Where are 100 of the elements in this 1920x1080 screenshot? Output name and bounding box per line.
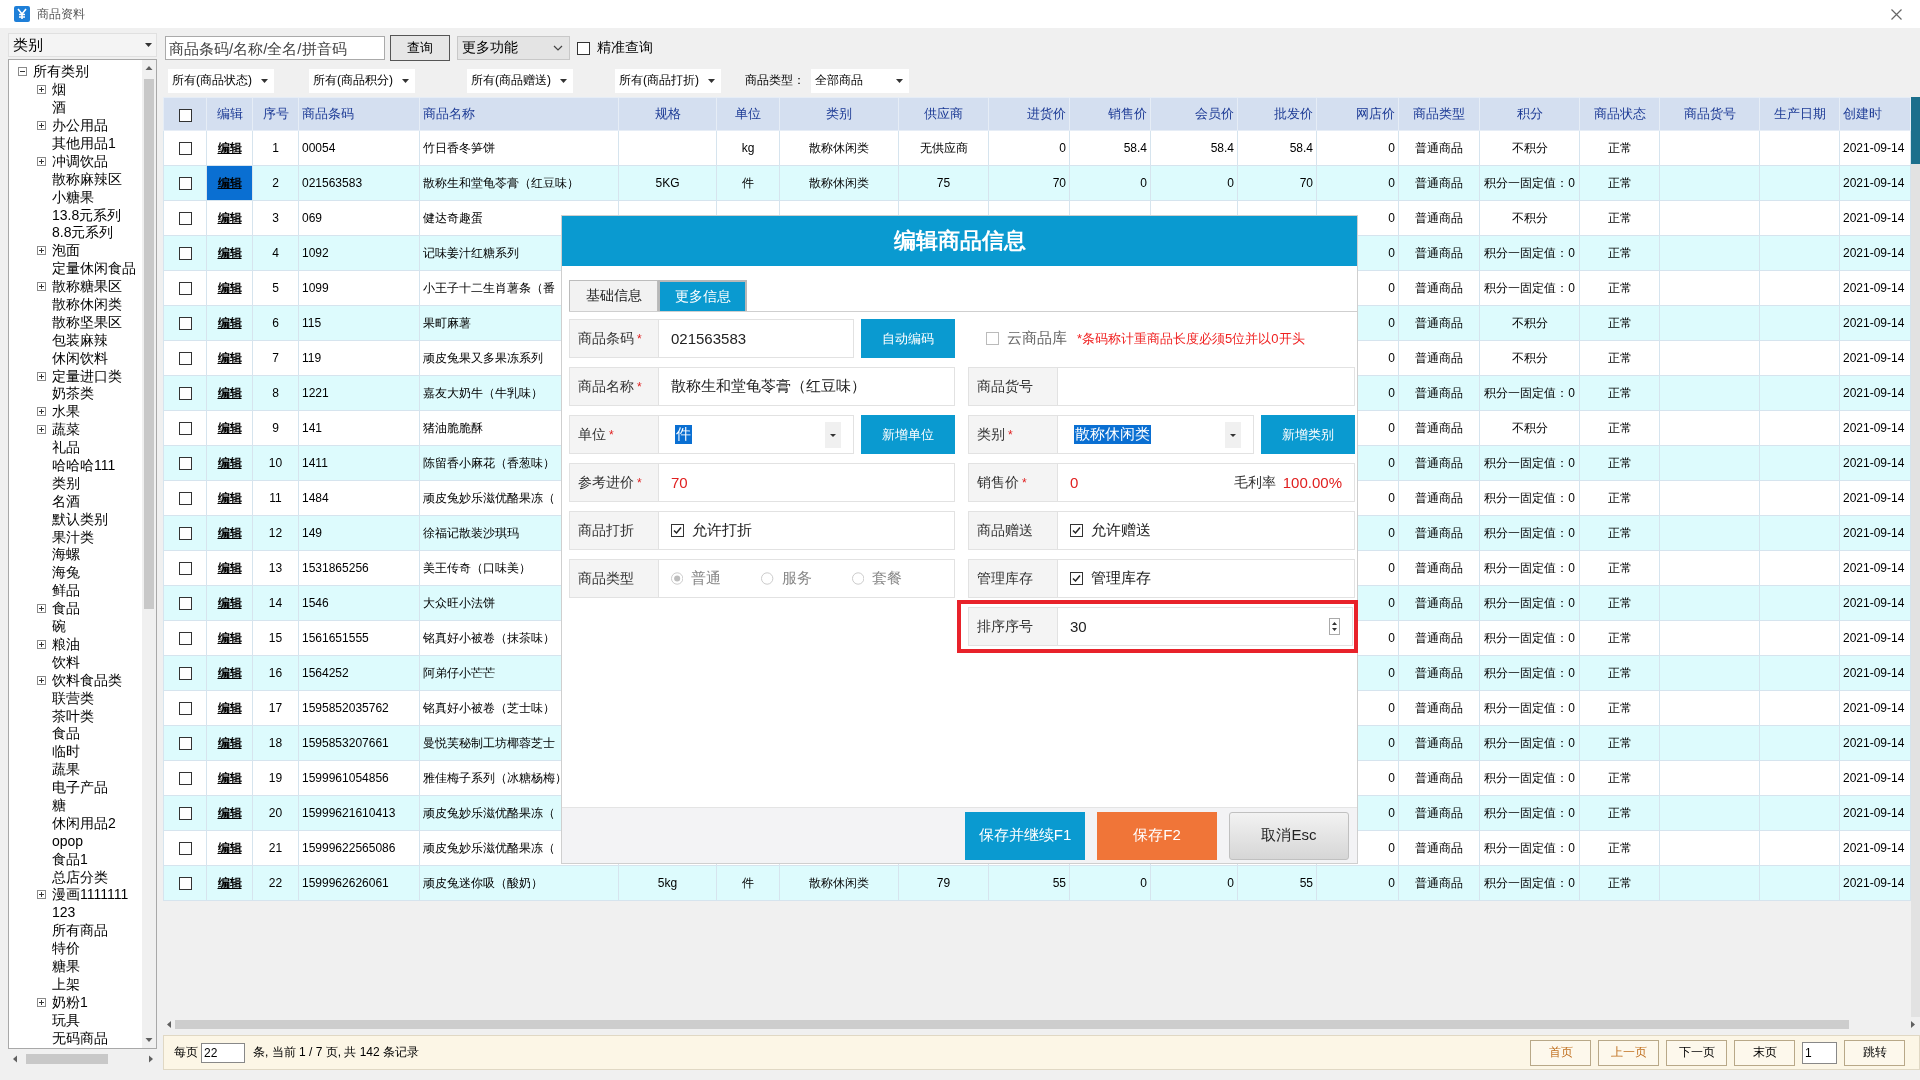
tree-item[interactable]: 食品 [52,600,80,618]
tree-item[interactable]: 酒 [52,99,66,117]
checkbox[interactable] [178,562,192,576]
checkbox[interactable] [1070,524,1083,537]
dropdown-field[interactable]: 散称休闲类 [1058,415,1254,454]
checkbox[interactable] [178,667,192,681]
tree-item[interactable]: 食品 [52,725,80,743]
page-button[interactable]: 末页 [1734,1039,1795,1066]
edit-link[interactable]: 编辑 [207,761,252,795]
edit-link[interactable]: 编辑 [207,201,252,235]
checkbox[interactable] [671,524,684,537]
checkbox[interactable] [178,142,192,156]
search-button[interactable]: 查询 [390,35,450,61]
expand-icon[interactable] [37,282,46,292]
tree-item[interactable]: 所有商品 [52,922,108,940]
collapse-icon[interactable] [18,67,27,77]
tree-item[interactable]: 特价 [52,940,80,958]
tree-item[interactable]: 蔬菜 [52,421,80,439]
page-size-field[interactable]: 22 [201,1042,245,1063]
tree-item[interactable]: 饮料 [52,653,80,671]
tree-item[interactable]: 散称坚果区 [52,313,122,331]
expand-icon[interactable] [37,85,46,95]
tree-item[interactable]: opop [52,832,84,850]
edit-link[interactable]: 编辑 [207,166,252,200]
expand-icon[interactable] [37,997,46,1007]
edit-link[interactable]: 编辑 [207,236,252,270]
tree-item[interactable]: 13.8元系列 [52,206,122,224]
tree-item[interactable]: 哈哈哈111 [52,457,116,475]
text-field[interactable]: 散称生和堂龟苓膏（红豆味） [659,367,955,406]
tree-item[interactable]: 小糖果 [52,188,94,206]
search-field[interactable]: 商品条码/名称/全名/拼音码 [165,36,385,60]
cancel-button[interactable]: 取消Esc [1229,811,1349,860]
edit-link[interactable]: 编辑 [207,516,252,550]
checkbox[interactable] [178,177,192,191]
tree-item[interactable]: 玩具 [52,1011,80,1029]
jump-button[interactable]: 跳转 [1844,1039,1905,1066]
filter-select[interactable]: 所有(商品状态) [168,68,274,93]
tree-item[interactable]: 鲜品 [52,582,80,600]
tree-item[interactable]: 茶叶类 [52,707,94,725]
tree-item[interactable]: 电子产品 [52,779,108,797]
tree-item[interactable]: 8.8元系列 [52,224,114,242]
tree-item[interactable]: 默认类别 [52,510,108,528]
edit-link[interactable]: 编辑 [207,341,252,375]
tree-item[interactable]: 包装麻辣 [52,331,108,349]
tree-item[interactable]: 上架 [52,975,80,993]
spinner-icon[interactable] [1329,618,1340,635]
edit-link[interactable]: 编辑 [207,376,252,410]
tree-item[interactable]: 休闲用品2 [52,814,116,832]
expand-icon[interactable] [37,425,46,435]
checkbox[interactable] [178,352,192,366]
expand-icon[interactable] [37,371,46,381]
checkbox[interactable] [178,422,192,436]
checkbox[interactable] [1070,572,1083,585]
text-field[interactable] [1058,367,1355,406]
edit-link[interactable]: 编辑 [207,551,252,585]
edit-link[interactable]: 编辑 [207,271,252,305]
tree-item[interactable]: 果汁类 [52,528,94,546]
tree-item[interactable]: 水果 [52,403,80,421]
expand-icon[interactable] [37,407,46,417]
checkbox[interactable] [178,597,192,611]
number-field[interactable]: 30 [1058,607,1353,646]
edit-link[interactable]: 编辑 [207,656,252,690]
tree-item[interactable]: 奶粉1 [52,993,88,1011]
tree-item[interactable]: 蔬果 [52,761,80,779]
checkbox[interactable] [178,317,192,331]
tree-item[interactable]: 办公用品 [52,117,108,135]
tab[interactable]: 基础信息 [569,280,658,311]
tree-item[interactable]: 定量休闲食品 [52,260,136,278]
close-icon[interactable] [1891,8,1902,20]
expand-icon[interactable] [37,639,46,649]
tree-item[interactable]: 其他用品1 [52,135,116,152]
checkbox[interactable] [178,457,192,471]
tree-item[interactable]: 散称麻辣区 [52,170,122,188]
tree-item[interactable]: 总店分类 [52,868,108,886]
tree-item[interactable]: 糖 [52,796,66,814]
tree-item[interactable]: 泡面 [52,242,80,260]
filter-select[interactable]: 所有(商品打折) [615,68,721,93]
tree-item[interactable]: 散称休闲类 [52,296,122,313]
edit-link[interactable]: 编辑 [207,411,252,445]
expand-icon[interactable] [37,604,46,614]
checkbox[interactable] [178,772,192,786]
tree-item[interactable]: 礼品 [52,439,80,457]
tree-item[interactable]: 碗 [52,618,66,636]
tree-item[interactable]: 海螺 [52,546,80,564]
checkbox[interactable] [577,41,590,55]
tree-item[interactable]: 奶茶类 [52,385,94,403]
tree-item[interactable]: 临时 [52,743,80,761]
tree-item[interactable]: 食品1 [52,850,88,868]
edit-link[interactable]: 编辑 [207,586,252,620]
tree-item[interactable]: 联营类 [52,689,94,707]
page-number-field[interactable]: 1 [1802,1041,1837,1064]
dropdown-field[interactable]: 件 [659,415,854,454]
checkbox[interactable] [178,877,192,891]
checkbox[interactable] [178,632,192,646]
checkbox[interactable] [178,282,192,296]
tree-item[interactable]: 定量进口类 [52,367,122,385]
checkbox[interactable] [178,527,192,541]
tree-item[interactable]: 无码商品 [52,1029,108,1047]
more-functions-select[interactable]: 更多功能 [457,36,570,60]
input-cell[interactable]: 0 毛利率 100.00% [1058,463,1355,502]
